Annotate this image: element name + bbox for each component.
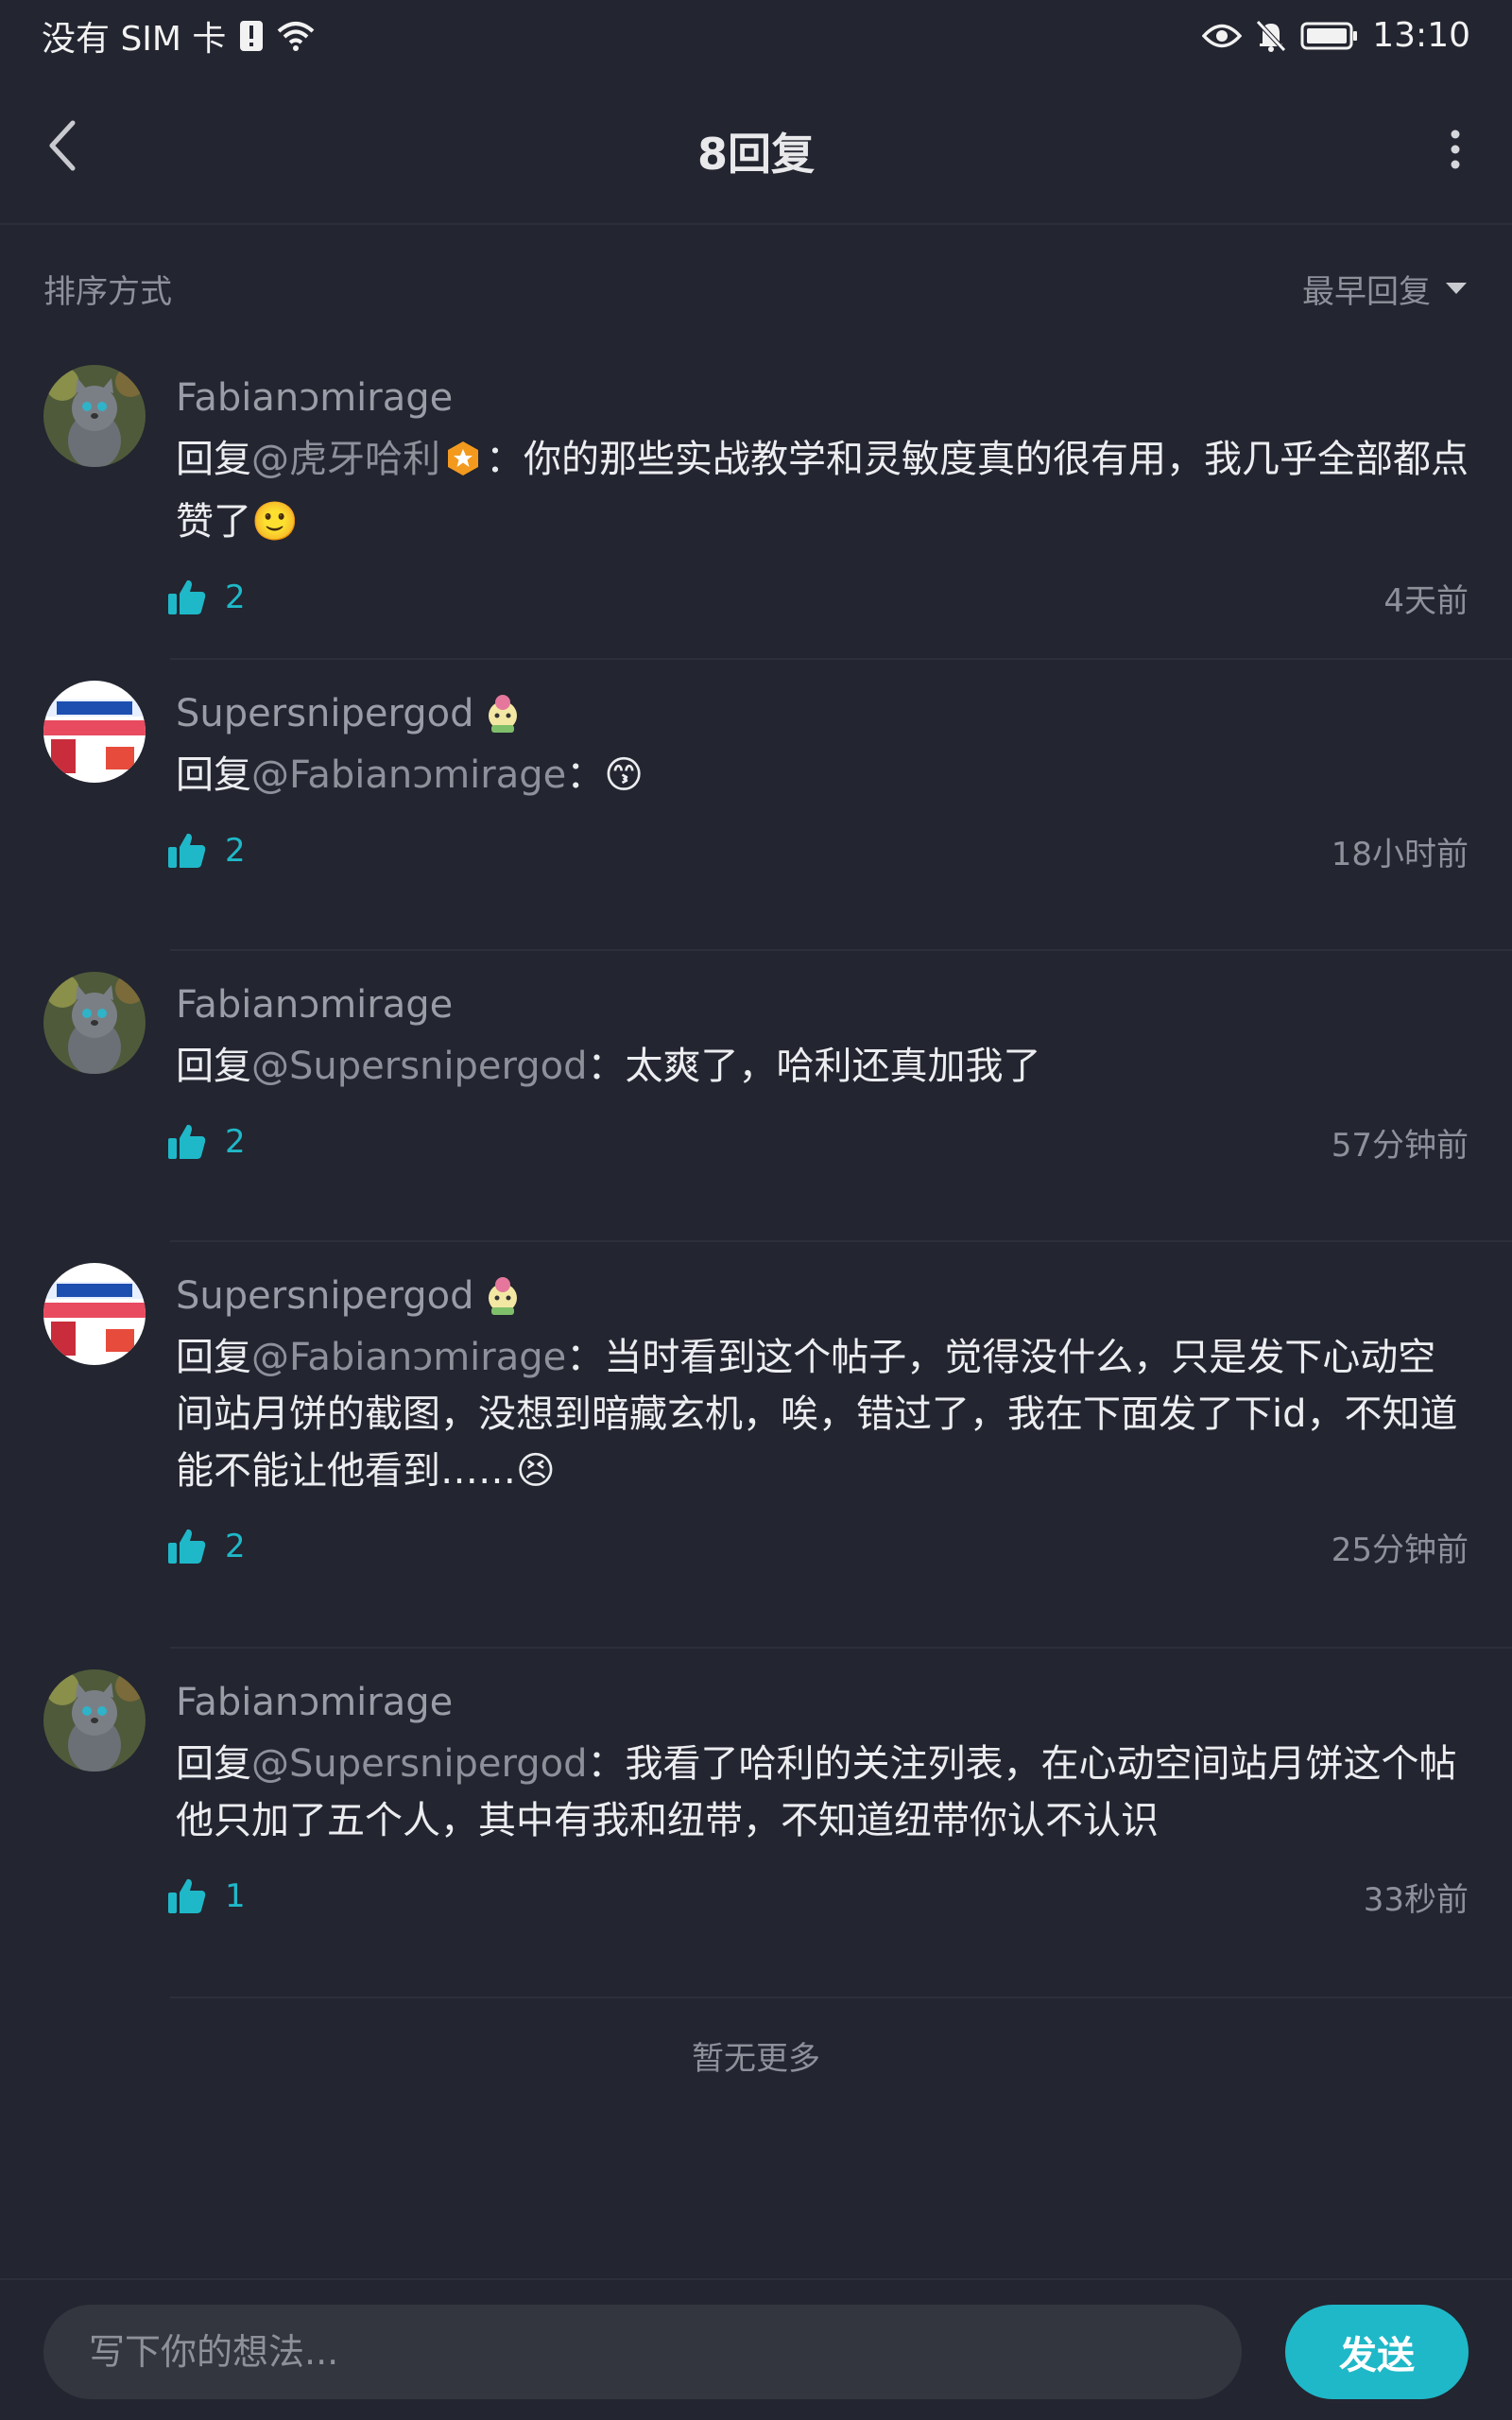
avatar[interactable] bbox=[43, 681, 146, 783]
like-count: 2 bbox=[225, 1123, 246, 1161]
like-button[interactable]: 2 bbox=[166, 1121, 246, 1163]
reply-item: Fabianↄmirage 回复@Supersnipergod：我看了哈利的关注… bbox=[0, 1647, 1512, 1998]
like-button[interactable]: 2 bbox=[166, 577, 246, 618]
mention-link[interactable]: @Supersnipergod bbox=[251, 1742, 588, 1786]
thumbs-up-icon bbox=[168, 1878, 206, 1913]
reply-meta: 1 33秒前 bbox=[168, 1858, 1469, 1934]
reply-prefix: 回复 bbox=[176, 438, 251, 481]
thumbs-up-icon bbox=[168, 1529, 206, 1564]
avatar[interactable] bbox=[43, 1669, 146, 1772]
avatar[interactable] bbox=[43, 365, 146, 467]
reply-text: ：😙 bbox=[566, 753, 644, 797]
reply-item: Supersnipergod 回复@Fabianↄmirage：😙 2 18小时… bbox=[0, 658, 1512, 951]
reply-prefix: 回复 bbox=[176, 1045, 251, 1088]
more-vertical-icon bbox=[1451, 130, 1460, 169]
erke-avatar-icon bbox=[43, 681, 146, 783]
like-count: 2 bbox=[225, 1528, 246, 1565]
reply-item: Fabianↄmirage 回复@虎牙哈利 ：你的那些实战教学和灵敏度真的很有用，… bbox=[0, 350, 1512, 660]
comment-input[interactable] bbox=[43, 2305, 1242, 2399]
reply-item: Fabianↄmirage 回复@Supersnipergod：太爽了，哈利还真… bbox=[0, 949, 1512, 1242]
reply-meta: 2 4天前 bbox=[168, 560, 1469, 635]
thumbs-up-icon bbox=[168, 833, 206, 868]
cat-avatar-icon bbox=[43, 365, 146, 467]
username[interactable]: Fabianↄmirage bbox=[176, 972, 1469, 1038]
thumbs-up-icon bbox=[168, 1124, 206, 1159]
verified-badge-icon bbox=[444, 437, 482, 493]
sort-selected-value: 最早回复 bbox=[1302, 272, 1431, 311]
reply-time: 33秒前 bbox=[1363, 1880, 1469, 1919]
avatar[interactable] bbox=[43, 1263, 146, 1365]
mention-link[interactable]: @Fabianↄmirage bbox=[251, 1336, 566, 1379]
status-bar: 没有 SIM 卡 13:10 bbox=[0, 0, 1512, 71]
no-more-text: 暂无更多 bbox=[692, 2040, 820, 2078]
like-button[interactable]: 1 bbox=[166, 1876, 246, 1917]
username[interactable]: Supersnipergod bbox=[176, 681, 1469, 747]
username[interactable]: Fabianↄmirage bbox=[176, 365, 1469, 431]
username[interactable]: Supersnipergod bbox=[176, 1263, 1469, 1329]
reply-content: 回复@Supersnipergod：太爽了，哈利还真加我了 bbox=[176, 1038, 1469, 1095]
reply-text: ：太爽了，哈利还真加我了 bbox=[587, 1045, 1041, 1088]
reply-content: 回复@虎牙哈利 ：你的那些实战教学和灵敏度真的很有用，我几乎全部都点赞了🙂 bbox=[176, 431, 1469, 550]
caret-down-icon bbox=[1446, 283, 1467, 294]
avatar[interactable] bbox=[43, 972, 146, 1074]
status-left: 没有 SIM 卡 bbox=[42, 11, 315, 60]
bell-muted-icon bbox=[1255, 19, 1287, 53]
send-button[interactable]: 发送 bbox=[1285, 2305, 1469, 2399]
clock-text: 13:10 bbox=[1372, 16, 1470, 55]
more-options-button[interactable] bbox=[1436, 116, 1474, 182]
anime-badge-icon bbox=[488, 695, 517, 733]
sort-label: 排序方式 bbox=[43, 272, 172, 311]
wifi-icon bbox=[277, 20, 315, 52]
reply-time: 25分钟前 bbox=[1331, 1530, 1469, 1569]
sim-alert-icon bbox=[239, 20, 264, 52]
mention-link[interactable]: @虎牙哈利 bbox=[251, 438, 440, 481]
cat-avatar-icon bbox=[43, 972, 146, 1074]
reply-time: 18小时前 bbox=[1331, 835, 1469, 873]
page-title: 8回复 bbox=[696, 129, 815, 180]
reply-content: 回复@Supersnipergod：我看了哈利的关注列表，在心动空间站月饼这个帖… bbox=[176, 1736, 1469, 1849]
reply-content: 回复@Fabianↄmirage：😙 bbox=[176, 747, 1469, 804]
cat-avatar-icon bbox=[43, 1669, 146, 1772]
composer-bar: 发送 bbox=[0, 2278, 1512, 2420]
reply-time: 57分钟前 bbox=[1331, 1126, 1469, 1165]
anime-badge-icon bbox=[488, 1277, 517, 1315]
header: 8回复 bbox=[0, 71, 1512, 225]
reply-meta: 2 57分钟前 bbox=[168, 1104, 1469, 1180]
reply-list: Fabianↄmirage 回复@虎牙哈利 ：你的那些实战教学和灵敏度真的很有用，… bbox=[0, 350, 1512, 1998]
like-button[interactable]: 2 bbox=[166, 830, 246, 872]
reply-prefix: 回复 bbox=[176, 753, 251, 797]
like-count: 2 bbox=[225, 832, 246, 870]
like-count: 1 bbox=[225, 1877, 246, 1915]
thumbs-up-icon bbox=[168, 579, 206, 614]
sort-dropdown[interactable]: 最早回复 bbox=[1302, 266, 1469, 312]
reply-prefix: 回复 bbox=[176, 1336, 251, 1379]
status-right: 13:10 bbox=[1202, 16, 1470, 55]
reply-prefix: 回复 bbox=[176, 1742, 251, 1786]
reply-meta: 2 25分钟前 bbox=[168, 1509, 1469, 1584]
reply-item: Supersnipergod 回复@Fabianↄmirage：当时看到这个帖子… bbox=[0, 1240, 1512, 1649]
like-count: 2 bbox=[225, 579, 246, 616]
eye-icon bbox=[1202, 22, 1243, 50]
battery-icon bbox=[1300, 22, 1359, 50]
erke-avatar-icon bbox=[43, 1263, 146, 1365]
carrier-text: 没有 SIM 卡 bbox=[42, 19, 227, 59]
mention-link[interactable]: @Fabianↄmirage bbox=[251, 753, 566, 797]
reply-content: 回复@Fabianↄmirage：当时看到这个帖子，觉得没什么，只是发下心动空间… bbox=[176, 1329, 1469, 1499]
reply-time: 4天前 bbox=[1383, 581, 1469, 620]
username[interactable]: Fabianↄmirage bbox=[176, 1669, 1469, 1736]
reply-meta: 2 18小时前 bbox=[168, 813, 1469, 889]
like-button[interactable]: 2 bbox=[166, 1526, 246, 1567]
sort-bar: 排序方式 最早回复 bbox=[0, 227, 1512, 350]
mention-link[interactable]: @Supersnipergod bbox=[251, 1045, 588, 1088]
divider bbox=[170, 1996, 1512, 1998]
